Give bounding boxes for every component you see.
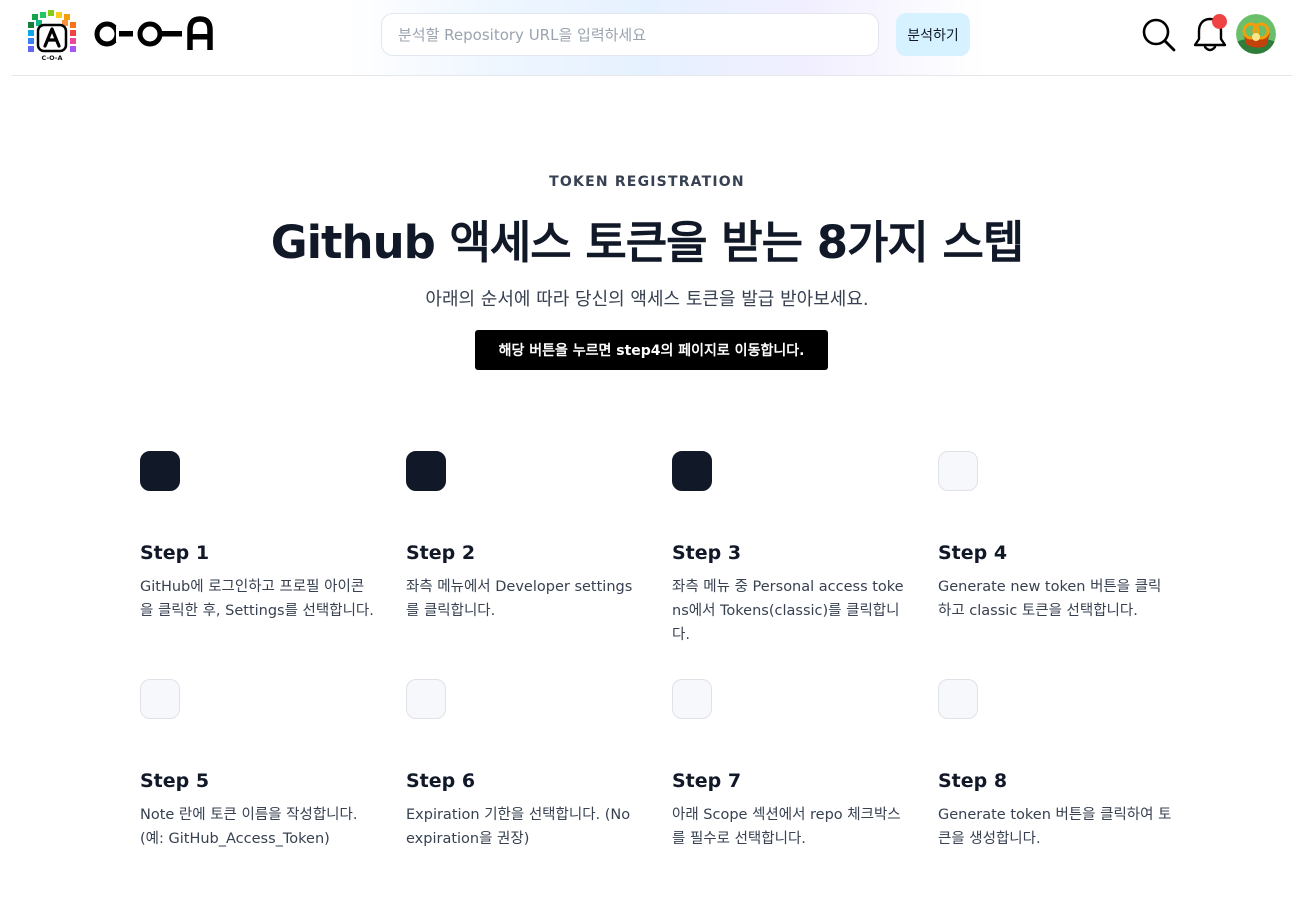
- step-description: Expiration 기한을 선택합니다. (No expiration을 권장…: [406, 807, 631, 847]
- avatar[interactable]: [1236, 14, 1276, 54]
- step-status-marker: [672, 451, 712, 491]
- step-status-marker: [938, 451, 978, 491]
- step-card: Step 4 Generate new token 버튼을 클릭하고 class…: [938, 451, 1174, 623]
- step-status-marker: [406, 679, 446, 719]
- step-card: Step 6 Expiration 기한을 선택합니다. (No expirat…: [406, 679, 642, 851]
- step-card: Step 3 좌측 메뉴 중 Personal access tokens에서 …: [672, 451, 908, 647]
- step-description: 좌측 메뉴에서 Developer settings를 클릭합니다.: [406, 579, 633, 619]
- section-eyebrow: TOKEN REGISTRATION: [549, 174, 745, 190]
- step-status-marker: [672, 679, 712, 719]
- step-status-marker: [140, 451, 180, 491]
- step-title: Step 7: [672, 770, 742, 792]
- step-card: Step 7 아래 Scope 섹션에서 repo 체크박스를 필수로 선택합니…: [672, 679, 908, 851]
- step-title: Step 5: [140, 770, 210, 792]
- step-description: Generate token 버튼을 클릭하여 토큰을 생성합니다.: [938, 807, 1172, 847]
- step-title: Step 4: [938, 542, 1008, 564]
- step-title: Step 2: [406, 542, 476, 564]
- notification-badge: [1212, 14, 1227, 29]
- step-status-marker: [140, 679, 180, 719]
- step-description: Note 란에 토큰 이름을 작성합니다. (예: GitHub_Access_…: [140, 807, 358, 847]
- top-navigation-bar: C-O-A 분석하기: [12, 0, 1292, 76]
- repository-url-input[interactable]: [381, 13, 879, 56]
- search-icon[interactable]: [1140, 16, 1178, 54]
- step-description: 아래 Scope 섹션에서 repo 체크박스를 필수로 선택합니다.: [672, 807, 901, 847]
- step-description: GitHub에 로그인하고 프로필 아이콘을 클릭한 후, Settings를 …: [140, 579, 374, 619]
- analyze-button[interactable]: 분석하기: [896, 13, 970, 56]
- step-card: Step 8 Generate token 버튼을 클릭하여 토큰을 생성합니다…: [938, 679, 1174, 851]
- step-description: Generate new token 버튼을 클릭하고 classic 토큰을 …: [938, 579, 1162, 619]
- page-subtitle: 아래의 순서에 따라 당신의 액세스 토큰을 발급 받아보세요.: [425, 289, 869, 310]
- step-status-marker: [406, 451, 446, 491]
- step-description: 좌측 메뉴 중 Personal access tokens에서 Tokens(…: [672, 579, 904, 643]
- step-card: Step 2 좌측 메뉴에서 Developer settings를 클릭합니다…: [406, 451, 642, 623]
- go-to-step4-button[interactable]: 해당 버튼을 누르면 step4의 페이지로 이동합니다.: [475, 330, 828, 370]
- step-title: Step 3: [672, 542, 742, 564]
- svg-text:C-O-A: C-O-A: [42, 54, 63, 62]
- step-title: Step 1: [140, 542, 210, 564]
- page-title: Github 액세스 토큰을 받는 8가지 스텝: [270, 216, 1025, 269]
- step-status-marker: [938, 679, 978, 719]
- step-card: Step 5 Note 란에 토큰 이름을 작성합니다. (예: GitHub_…: [140, 679, 376, 851]
- step-title: Step 8: [938, 770, 1008, 792]
- step-card: Step 1 GitHub에 로그인하고 프로필 아이콘을 클릭한 후, Set…: [140, 451, 376, 623]
- coa-wordmark-logo[interactable]: [92, 14, 222, 54]
- step-title: Step 6: [406, 770, 476, 792]
- pixel-logo-icon[interactable]: C-O-A: [28, 10, 76, 62]
